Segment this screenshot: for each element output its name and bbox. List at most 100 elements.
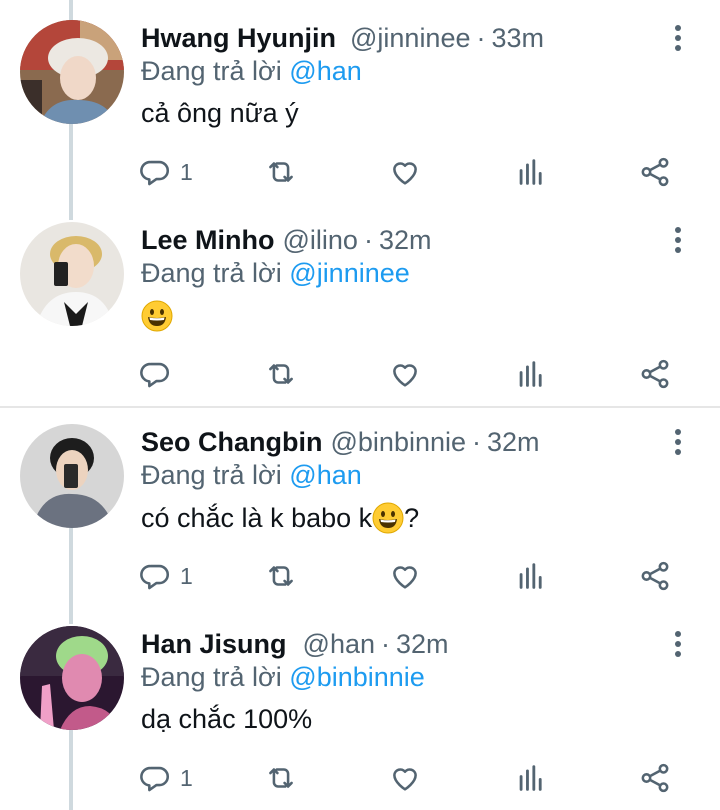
separator-dot: · <box>363 224 373 255</box>
avatar[interactable] <box>20 20 124 124</box>
mention-link[interactable]: @han <box>289 56 361 86</box>
reply-icon <box>140 160 169 186</box>
tweet-text: cả ông nữa ý <box>141 98 299 129</box>
reply-icon <box>140 564 169 590</box>
like-button[interactable] <box>388 556 422 596</box>
views-button[interactable] <box>514 354 548 394</box>
tweet-header: Hwang Hyunjin @jinninee · 33m <box>141 20 544 56</box>
heart-icon <box>393 162 417 185</box>
action-bar: 1 <box>138 152 698 192</box>
bar-chart-icon <box>519 563 542 589</box>
timestamp[interactable]: 32m <box>487 427 540 458</box>
share-button[interactable] <box>638 758 672 798</box>
retweet-icon <box>269 162 293 182</box>
separator-dot: · <box>381 628 390 659</box>
display-name[interactable]: Seo Changbin <box>141 427 323 458</box>
retweet-icon <box>269 768 293 788</box>
share-button[interactable] <box>638 556 672 596</box>
tweet-text-suffix: ? <box>404 502 420 533</box>
heart-icon <box>393 364 417 387</box>
heart-icon <box>393 566 417 589</box>
replying-to-label: Đang trả lời <box>141 662 282 692</box>
tweet-text-content: cả ông nữa ý <box>141 98 299 128</box>
reply-icon <box>140 362 169 388</box>
tweet-header: Lee Minho @ilino · 32m <box>141 222 431 258</box>
tweet-text-content: dạ chắc 100% <box>141 704 313 734</box>
retweet-button[interactable] <box>264 556 298 596</box>
bar-chart-icon <box>519 765 542 791</box>
action-bar <box>138 354 698 394</box>
timestamp[interactable]: 33m <box>492 23 545 54</box>
reply-icon <box>140 766 169 792</box>
more-vertical-icon[interactable] <box>664 628 692 660</box>
replying-to: Đang trả lời @han <box>141 460 362 491</box>
heart-icon <box>393 768 417 791</box>
replying-to: Đang trả lời @jinninee <box>141 258 410 289</box>
replying-to-label: Đang trả lời <box>141 460 282 490</box>
tweet[interactable]: Seo Changbin @binbinnie · 32m Đang trả l… <box>0 404 720 606</box>
action-bar: 1 <box>138 556 698 596</box>
timestamp[interactable]: 32m <box>379 225 432 256</box>
share-icon <box>641 359 669 389</box>
avatar[interactable] <box>20 424 124 528</box>
like-button[interactable] <box>388 758 422 798</box>
display-name[interactable]: Lee Minho <box>141 225 275 256</box>
share-icon <box>641 561 669 591</box>
bar-chart-icon <box>519 159 542 185</box>
share-icon <box>641 157 669 187</box>
reply-button[interactable]: 1 <box>138 152 193 192</box>
action-bar: 1 <box>138 758 698 798</box>
retweet-button[interactable] <box>264 758 298 798</box>
reply-count: 1 <box>180 158 193 185</box>
tweet-text: có chắc là k babo k ? <box>141 502 419 534</box>
views-button[interactable] <box>514 556 548 596</box>
tweet[interactable]: Hwang Hyunjin @jinninee · 33m Đang trả l… <box>0 0 720 202</box>
display-name[interactable]: Hwang Hyunjin <box>141 23 336 54</box>
retweet-button[interactable] <box>264 152 298 192</box>
reply-count: 1 <box>180 562 193 589</box>
timestamp[interactable]: 32m <box>396 629 449 660</box>
more-vertical-icon[interactable] <box>664 426 692 458</box>
grinning-face-emoji <box>372 502 404 534</box>
more-vertical-icon[interactable] <box>664 224 692 256</box>
reply-button[interactable]: 1 <box>138 758 193 798</box>
replying-to-label: Đang trả lời <box>141 56 282 86</box>
separator-dot: · <box>472 426 482 457</box>
username[interactable]: @binbinnie <box>331 427 467 458</box>
tweet-text <box>141 300 173 332</box>
username[interactable]: @han <box>303 629 375 660</box>
mention-link[interactable]: @jinninee <box>289 258 410 288</box>
share-button[interactable] <box>638 152 672 192</box>
like-button[interactable] <box>388 354 422 394</box>
replying-to: Đang trả lời @binbinnie <box>141 662 425 693</box>
mention-link[interactable]: @binbinnie <box>289 662 425 692</box>
replying-to: Đang trả lời @han <box>141 56 362 87</box>
tweet[interactable]: Lee Minho @ilino · 32m Đang trả lời @jin… <box>0 202 720 404</box>
tweet[interactable]: Han Jisung @han · 32m Đang trả lời @binb… <box>0 606 720 808</box>
reply-button[interactable] <box>138 354 180 394</box>
views-button[interactable] <box>514 152 548 192</box>
tweet-header: Han Jisung @han · 32m <box>141 626 449 662</box>
tweet-text-content: có chắc là k babo k <box>141 502 373 533</box>
retweet-button[interactable] <box>264 354 298 394</box>
username[interactable]: @ilino <box>283 225 358 256</box>
replying-to-label: Đang trả lời <box>141 258 282 288</box>
bar-chart-icon <box>519 361 542 387</box>
views-button[interactable] <box>514 758 548 798</box>
more-vertical-icon[interactable] <box>664 22 692 54</box>
avatar[interactable] <box>20 222 124 326</box>
retweet-icon <box>269 566 293 586</box>
username[interactable]: @jinninee <box>350 23 471 54</box>
share-icon <box>641 763 669 793</box>
like-button[interactable] <box>388 152 422 192</box>
separator-dot: · <box>476 22 486 53</box>
retweet-icon <box>269 364 293 384</box>
display-name[interactable]: Han Jisung <box>141 629 287 660</box>
mention-link[interactable]: @han <box>289 460 361 490</box>
grinning-face-emoji <box>141 300 173 332</box>
avatar[interactable] <box>20 626 124 730</box>
reply-count: 1 <box>180 764 193 791</box>
reply-button[interactable]: 1 <box>138 556 193 596</box>
share-button[interactable] <box>638 354 672 394</box>
tweet-text: dạ chắc 100% <box>141 704 312 735</box>
